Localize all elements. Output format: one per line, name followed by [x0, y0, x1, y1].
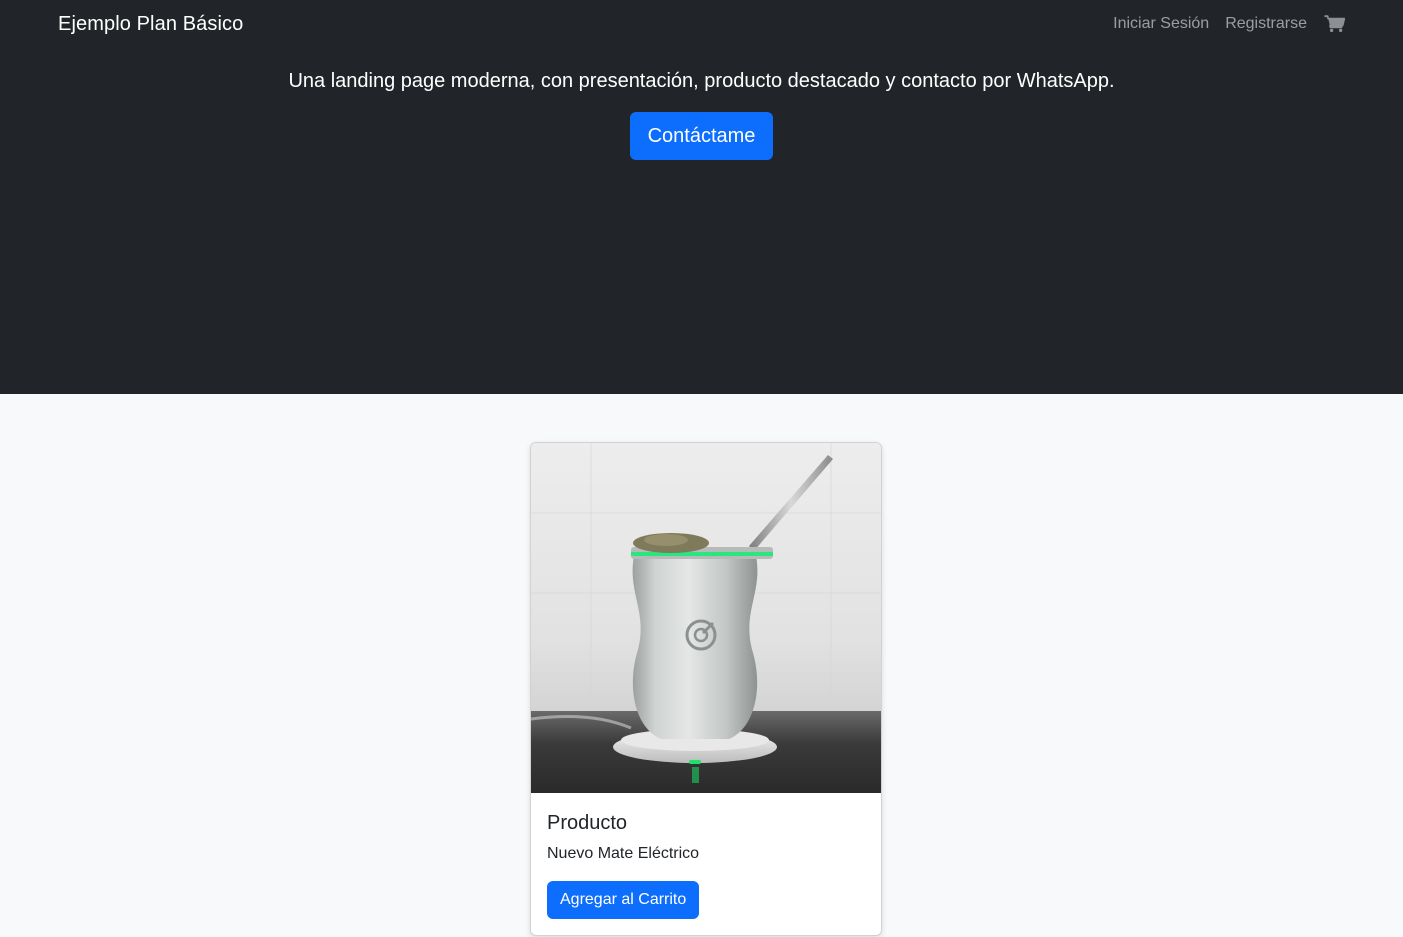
product-card-body: Producto Nuevo Mate Eléctrico Agregar al… — [531, 793, 881, 935]
hero-section: Una landing page moderna, con presentaci… — [0, 48, 1403, 394]
shopping-cart-icon[interactable] — [1323, 13, 1345, 35]
contact-button[interactable]: Contáctame — [629, 112, 774, 160]
nav-links: Iniciar Sesión Registrarse — [1113, 13, 1345, 35]
navbar: Ejemplo Plan Básico Iniciar Sesión Regis… — [0, 0, 1403, 48]
product-card: Producto Nuevo Mate Eléctrico Agregar al… — [530, 442, 882, 936]
product-description: Nuevo Mate Eléctrico — [547, 845, 700, 862]
login-link[interactable]: Iniciar Sesión — [1113, 15, 1209, 33]
products-section: Producto Nuevo Mate Eléctrico Agregar al… — [0, 394, 1403, 937]
product-title: Producto — [547, 812, 628, 834]
product-image — [531, 443, 881, 793]
register-link[interactable]: Registrarse — [1225, 15, 1307, 33]
brand-title[interactable]: Ejemplo Plan Básico — [58, 13, 243, 36]
hero-lead-text: Una landing page moderna, con presentaci… — [288, 70, 1115, 92]
add-to-cart-button[interactable]: Agregar al Carrito — [547, 881, 700, 919]
